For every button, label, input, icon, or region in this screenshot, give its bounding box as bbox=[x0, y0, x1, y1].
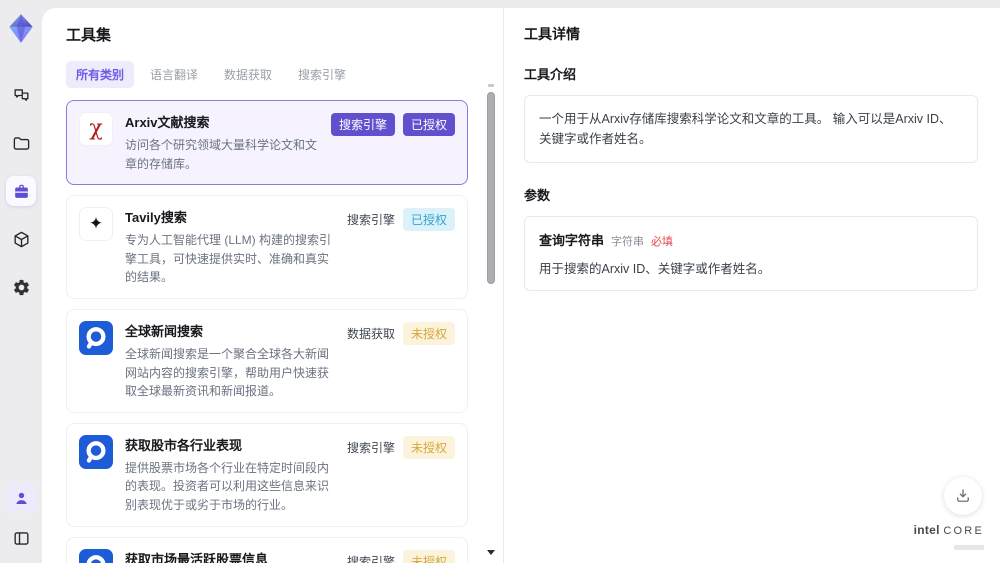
page-title: 工具集 bbox=[66, 27, 112, 44]
stock-sector-icon bbox=[79, 434, 113, 469]
detail-title: 工具详情 bbox=[524, 26, 580, 42]
auth-status-badge: 未授权 bbox=[402, 435, 455, 459]
category-tabs: 所有类别 语言翻译 数据获取 搜索引擎 bbox=[66, 61, 477, 88]
param-required-flag: 必填 bbox=[651, 236, 674, 248]
param-box: 查询字符串 字符串 必填 用于搜索的Arxiv ID、关键字或作者姓名。 bbox=[524, 216, 978, 291]
tool-name: Arxiv文献搜索 bbox=[125, 115, 210, 130]
tool-detail-pane: 工具详情 工具介绍 一个用于从Arxiv存储库搜索科学论文和文章的工具。 输入可… bbox=[504, 8, 1000, 563]
cube-icon[interactable] bbox=[6, 224, 36, 254]
category-label: 搜索引擎 bbox=[346, 440, 395, 455]
download-icon bbox=[957, 489, 969, 502]
brand-sub-bar bbox=[954, 545, 984, 550]
auth-status-badge: 已授权 bbox=[402, 113, 455, 136]
tool-card-active-stocks[interactable]: 获取市场最活跃股票信息 提供当天交易量最高的股票列表。投资者可以利用这些信息来识… bbox=[66, 536, 468, 563]
toolbox-icon[interactable] bbox=[6, 176, 36, 206]
tool-card-global-news[interactable]: 全球新闻搜索 全球新闻搜索是一个聚合全球各大新闻网站内容的搜索引擎，帮助用户快速… bbox=[66, 308, 468, 413]
left-rail bbox=[0, 0, 42, 563]
tool-card-stock-sectors[interactable]: 获取股市各行业表现 提供股票市场各个行业在特定时间段内的表现。投资者可以利用这些… bbox=[66, 422, 468, 527]
tab-search-engine[interactable]: 搜索引擎 bbox=[288, 61, 356, 88]
category-label: 搜索引擎 bbox=[346, 554, 395, 563]
tool-name: 获取市场最活跃股票信息 bbox=[125, 551, 269, 563]
tavily-star-icon: ✦ bbox=[79, 207, 113, 242]
tool-description: 专为人工智能代理 (LLM) 构建的搜索引擎工具，可快速提供实时、准确和真实的结… bbox=[125, 233, 332, 285]
sidebar-toggle-icon[interactable] bbox=[6, 523, 36, 553]
tab-language-translation[interactable]: 语言翻译 bbox=[140, 61, 208, 88]
intel-core-logo: intel CORE bbox=[914, 523, 984, 555]
tool-description: 访问各个研究领域大量科学论文和文章的存储库。 bbox=[125, 138, 318, 171]
intro-heading: 工具介绍 bbox=[524, 67, 577, 82]
auth-status-badge: 未授权 bbox=[402, 321, 455, 345]
brand-core-text: CORE bbox=[943, 525, 984, 537]
tool-card-tavily[interactable]: ✦ Tavily搜索 专为人工智能代理 (LLM) 构建的搜索引擎工具，可快速提… bbox=[66, 195, 468, 299]
folder-icon[interactable] bbox=[6, 128, 36, 158]
app-logo-icon bbox=[4, 12, 38, 46]
chat-icon[interactable] bbox=[6, 80, 36, 110]
tool-description: 提供股票市场各个行业在特定时间段内的表现。投资者可以利用这些信息来识别表现优于或… bbox=[125, 460, 330, 512]
tool-description: 全球新闻搜索是一个聚合全球各大新闻网站内容的搜索引擎，帮助用户快速获取全球最新资… bbox=[125, 346, 330, 399]
tool-card-arxiv[interactable]: χ Arxiv文献搜索 访问各个研究领域大量科学论文和文章的存储库。 搜索引擎 … bbox=[66, 100, 468, 186]
settings-gear-icon[interactable] bbox=[6, 272, 36, 302]
param-description: 用于搜索的Arxiv ID、关键字或作者姓名。 bbox=[539, 262, 771, 276]
download-button[interactable] bbox=[944, 477, 982, 515]
category-label: 搜索引擎 bbox=[346, 213, 395, 228]
params-heading: 参数 bbox=[524, 188, 551, 203]
app-window: 工具集 所有类别 语言翻译 数据获取 搜索引擎 χ Arxiv文献搜索 访问各个… bbox=[0, 0, 1000, 563]
global-news-search-icon bbox=[79, 320, 113, 355]
list-scrollbar[interactable] bbox=[487, 84, 495, 557]
category-label: 数据获取 bbox=[346, 326, 395, 341]
tab-all-categories[interactable]: 所有类别 bbox=[66, 61, 135, 88]
tool-name: 全球新闻搜索 bbox=[125, 323, 204, 339]
tool-name: Tavily搜索 bbox=[125, 210, 187, 226]
brand-intel-text: intel bbox=[913, 523, 940, 537]
tool-name: 获取股市各行业表现 bbox=[125, 437, 243, 453]
user-account-icon[interactable] bbox=[6, 483, 36, 513]
category-badge: 搜索引擎 bbox=[330, 113, 395, 136]
arxiv-icon: χ bbox=[79, 112, 113, 146]
scrollbar-top-dash bbox=[488, 84, 494, 87]
tool-card-list: χ Arxiv文献搜索 访问各个研究领域大量科学论文和文章的存储库。 搜索引擎 … bbox=[66, 100, 468, 563]
auth-status-badge: 未授权 bbox=[402, 549, 455, 563]
main-content: 工具集 所有类别 语言翻译 数据获取 搜索引擎 χ Arxiv文献搜索 访问各个… bbox=[42, 8, 1000, 563]
intro-box: 一个用于从Arxiv存储库搜索科学论文和文章的工具。 输入可以是Arxiv ID… bbox=[524, 95, 978, 163]
param-type: 字符串 bbox=[611, 236, 645, 248]
tab-data-acquisition[interactable]: 数据获取 bbox=[214, 61, 282, 88]
active-stocks-icon bbox=[79, 548, 113, 563]
auth-status-badge: 已授权 bbox=[402, 208, 455, 232]
scrollbar-thumb[interactable] bbox=[487, 92, 495, 284]
intro-text: 一个用于从Arxiv存储库搜索科学论文和文章的工具。 输入可以是Arxiv ID… bbox=[539, 112, 952, 146]
param-name: 查询字符串 bbox=[539, 233, 605, 248]
scrollbar-down-arrow-icon[interactable] bbox=[487, 550, 495, 555]
tool-list-pane: 工具集 所有类别 语言翻译 数据获取 搜索引擎 χ Arxiv文献搜索 访问各个… bbox=[42, 8, 504, 563]
